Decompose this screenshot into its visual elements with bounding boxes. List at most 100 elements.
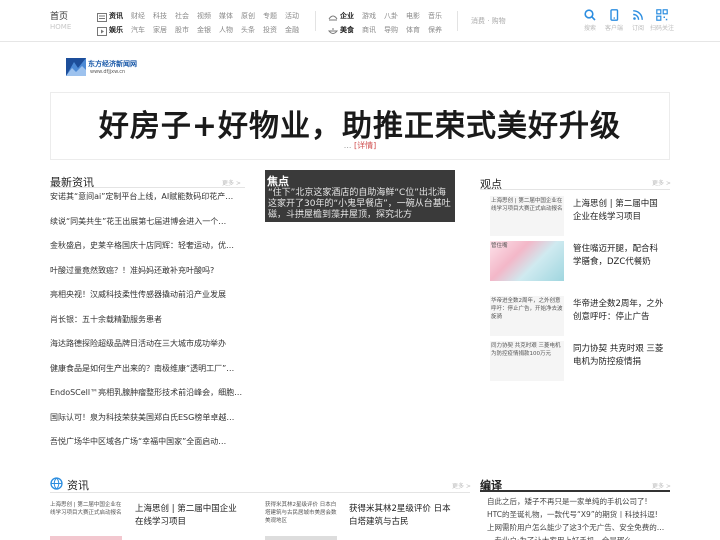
nav-link[interactable]: 导购	[384, 25, 398, 35]
viewpoint-item[interactable]: 上海思创 | 第二届中国企业在线学习项目大赛正式启动报名 上海思创 | 第二届中国…	[480, 196, 670, 238]
bianyi-more[interactable]: 更多 >	[652, 481, 671, 490]
viewpoint-title[interactable]: 同力协契 共克时艰 三菱电机为防控疫情捐	[573, 343, 665, 369]
nav-link[interactable]: 电影	[406, 11, 420, 21]
headline-detail-link[interactable]: [详情]	[354, 141, 376, 150]
nav-divider	[315, 11, 316, 31]
news-list-item[interactable]: 安诺其“意间ai”定制平台上线，AI赋能数码印花产…	[50, 190, 245, 215]
nav-link[interactable]: 原创	[241, 11, 255, 21]
nav-link[interactable]: 社会	[175, 11, 189, 21]
nav-link[interactable]: 八卦	[384, 11, 398, 21]
nav-link[interactable]: 游戏	[362, 11, 376, 21]
bianyi-list-item[interactable]: …专业户·为了让大家用上好手机，全是那么…	[487, 535, 667, 540]
focus-caption[interactable]: “住下”北京这家酒店的自助海鲜“C位”出北海这家开了30年的“小鬼早餐店”，一碗…	[268, 188, 454, 221]
entertainment-icon	[97, 25, 107, 36]
news-list-item[interactable]: 吾悦广场华中区域各广场“幸福中国家”全面启动…	[50, 435, 245, 460]
mobile-icon	[610, 9, 619, 21]
viewpoint-title[interactable]: 上海思创 | 第二届中国企业在线学习项目	[573, 198, 665, 224]
news-list-item[interactable]: 金秋盛启，史莱辛格国庆十店同辉：轻奢运动，优…	[50, 239, 245, 264]
site-logo[interactable]: 东方经济新闻网 www.dfjjxw.cn	[64, 56, 146, 78]
zixun-thumb[interactable]: 获得米其林2星级评价 日本白塔建筑与古民居城市美居会数美观地区	[265, 501, 337, 529]
zixun-item-title[interactable]: 上海思创 | 第二届中国企业在线学习项目	[135, 503, 245, 529]
consume-link[interactable]: 消费 · 购物	[471, 16, 506, 26]
viewpoint-item[interactable]: 同力协契 共克时艰 三菱电机为防控疫情捐款100万元 同力协契 共克时艰 三菱电机…	[480, 341, 670, 383]
headline-box: 好房子+好物业，助推正荣式美好升级 ... [详情]	[50, 92, 670, 160]
nav-link[interactable]: 音乐	[428, 11, 442, 21]
news-list-item[interactable]: 肖长银：五十余载精勤服务患者	[50, 313, 245, 338]
nav-link[interactable]: 科技	[153, 11, 167, 21]
search-tool[interactable]: 搜索	[578, 9, 602, 32]
nav-link[interactable]: 活动	[285, 11, 299, 21]
viewpoint-thumb-alt: 上海思创 | 第二届中国企业在线学习项目大赛正式启动报名	[491, 198, 563, 212]
news-list-item[interactable]: 续说“同美共生”花王出展第七届进博会进入一个…	[50, 215, 245, 240]
tool-icons: 搜索 客户端 订阅 扫码关注	[578, 9, 674, 32]
bianyi-list-item[interactable]: 自此之后，矮子不再只是一家单纯的手机公司了!	[487, 496, 667, 509]
news-list-item[interactable]: 健康食品是如何生产出来的？南极维康“透明工厂”…	[50, 362, 245, 387]
rss-tool[interactable]: 订阅	[626, 9, 650, 32]
viewpoint-title[interactable]: 管住嘴迈开腿，配合科学膳食，DZC代餐奶	[573, 243, 665, 269]
nav-link[interactable]: 头条	[241, 25, 255, 35]
nav-link[interactable]: 汽车	[131, 25, 145, 35]
latest-news-divider	[50, 187, 245, 188]
news-list-item[interactable]: EndoSCell™亮相乳腺肿瘤整形技术前沿峰会，细胞…	[50, 386, 245, 411]
viewpoints-more[interactable]: 更多 >	[652, 178, 671, 187]
nav-link[interactable]: 金银	[197, 25, 211, 35]
focus-title: 焦点	[267, 175, 289, 188]
viewpoint-thumb[interactable]: 华帝进全数2周年，之外创意呼吁：停止广告，开始净去波旋骑	[490, 296, 564, 336]
news-list-item[interactable]: 国际认可！泉为科技荣获美国郑白氏ESG榜单卓越…	[50, 411, 245, 436]
nav-link[interactable]: 投资	[263, 25, 277, 35]
nav-link[interactable]: 商讯	[362, 25, 376, 35]
headline-title[interactable]: 好房子+好物业，助推正荣式美好升级	[51, 101, 669, 145]
rss-icon	[633, 10, 643, 20]
nav-divider	[457, 11, 458, 31]
rss-label: 订阅	[631, 25, 644, 32]
news-icon	[97, 11, 107, 22]
nav-link[interactable]: 企业	[340, 11, 354, 21]
channel-nav-group-1: 资讯 财经 科技 社会 视频 媒体 原创 专题 活动 娱乐 汽车 家居 股市 金银 人物 头条 投资 金融	[97, 9, 307, 37]
nav-link[interactable]: 财经	[131, 11, 145, 21]
bianyi-list-item[interactable]: HTC的圣诞礼物，一款代号“X9”的期货丨科技抖逗!	[487, 509, 667, 522]
nav-link[interactable]: 保养	[428, 25, 442, 35]
focus-carousel[interactable]: 焦点 “住下”北京这家酒店的自助海鲜“C位”出北海这家开了30年的“小鬼早餐店”…	[265, 170, 455, 222]
nav-link[interactable]: 媒体	[219, 11, 233, 21]
viewpoints-divider	[480, 189, 670, 190]
qrcode-tool[interactable]: 扫码关注	[650, 9, 674, 32]
logo-mark	[66, 58, 86, 76]
enterprise-icon	[328, 11, 338, 21]
zixun-divider	[50, 492, 470, 493]
nav-link[interactable]: 体育	[406, 25, 420, 35]
news-list-item[interactable]: 亮相央视！汉威科技柔性传感器撬动前沿产业发展	[50, 288, 245, 313]
nav-link[interactable]: 美食	[340, 25, 354, 35]
home-link[interactable]: 首页 HOME	[50, 9, 71, 31]
viewpoint-thumb-alt: 同力协契 共克时艰 三菱电机为防控疫情捐款100万元	[491, 343, 561, 357]
nav-link[interactable]: 视频	[197, 11, 211, 21]
home-sublabel: HOME	[50, 23, 72, 31]
viewpoint-title[interactable]: 华帝进全数2周年，之外创意呼吁：停止广告	[573, 298, 665, 324]
nav-link[interactable]: 娱乐	[109, 25, 123, 35]
headline-ellipsis: ...	[343, 141, 352, 150]
news-list-item[interactable]: 海达路德探险超级品牌日活动在三大城市成功举办	[50, 337, 245, 362]
viewpoint-thumb[interactable]: 同力协契 共克时艰 三菱电机为防控疫情捐款100万元	[490, 341, 564, 381]
viewpoint-thumb[interactable]: 上海思创 | 第二届中国企业在线学习项目大赛正式启动报名	[490, 196, 564, 236]
news-list-item[interactable]: 叶酸过量竟然致癌？！准妈妈还敢补充叶酸吗?	[50, 264, 245, 289]
zixun-icon	[50, 477, 63, 493]
search-tool-label: 搜索	[583, 25, 596, 32]
latest-news-more[interactable]: 更多 >	[222, 178, 241, 187]
nav-link[interactable]: 家居	[153, 25, 167, 35]
viewpoint-item[interactable]: 华帝进全数2周年，之外创意呼吁：停止广告，开始净去波旋骑 华帝进全数2周年，之外创…	[480, 296, 670, 338]
zixun-more[interactable]: 更多 >	[452, 481, 471, 490]
nav-link[interactable]: 股市	[175, 25, 189, 35]
bianyi-list: 自此之后，矮子不再只是一家单纯的手机公司了! HTC的圣诞礼物，一款代号“X9”的…	[487, 496, 667, 540]
mobile-app-tool[interactable]: 客户端	[602, 9, 626, 32]
zixun-thumb[interactable]: 上海思创 | 第二届中国企业在线学习项目大赛正式启动报名	[50, 501, 122, 529]
zixun-item-title[interactable]: 获得米其林2星级评价 日本白塔建筑与古民	[349, 503, 459, 529]
nav-link[interactable]: 人物	[219, 25, 233, 35]
bianyi-list-item[interactable]: 上网需阶用户怎么能少了这3个无广告、安全免费的…	[487, 522, 667, 535]
mobile-app-label: 客户端	[604, 25, 623, 32]
bianyi-divider	[480, 490, 670, 492]
nav-link[interactable]: 金融	[285, 25, 299, 35]
viewpoint-item[interactable]: 管住嘴 管住嘴迈开腿，配合科学膳食，DZC代餐奶	[480, 241, 670, 283]
nav-link[interactable]: 资讯	[109, 11, 123, 21]
nav-link[interactable]: 专题	[263, 11, 277, 21]
viewpoint-thumb-alt: 管住嘴	[491, 243, 508, 249]
viewpoint-thumb[interactable]: 管住嘴	[490, 241, 564, 281]
